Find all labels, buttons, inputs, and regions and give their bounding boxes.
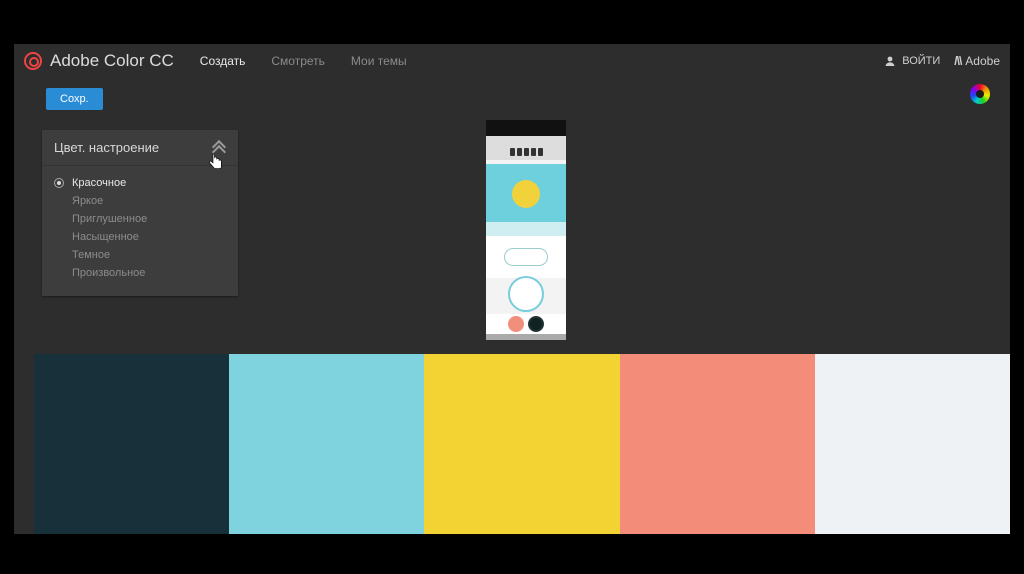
palette-swatch[interactable] <box>34 354 229 534</box>
mood-option[interactable]: Яркое <box>42 192 238 210</box>
palette-strip <box>34 354 1010 534</box>
mood-option[interactable]: Произвольное <box>42 264 238 282</box>
mood-option-label: Насыщенное <box>72 231 139 243</box>
mood-option-label: Яркое <box>72 195 103 207</box>
brand-title: Adobe Color CC <box>50 51 174 71</box>
nav-mythemes[interactable]: Мои темы <box>351 54 407 68</box>
toolbar-row: Сохр. <box>14 78 1010 124</box>
collapse-icon <box>212 141 226 155</box>
mood-option-label: Темное <box>72 249 110 261</box>
mood-option-label: Красочное <box>72 177 126 189</box>
palette-swatch[interactable] <box>229 354 424 534</box>
save-button[interactable]: Сохр. <box>46 88 103 110</box>
mood-option-label: Приглушенное <box>72 213 147 225</box>
image-preview[interactable] <box>486 120 566 340</box>
color-mood-panel: Цвет. настроение Красочное Яркое Приглушен… <box>42 130 238 296</box>
mood-option[interactable]: Приглушенное <box>42 210 238 228</box>
app-logo-icon <box>24 52 42 70</box>
adobe-logo-icon: /\\ <box>954 54 961 68</box>
user-icon <box>884 55 896 67</box>
app-window: Adobe Color CC Создать Смотреть Мои темы… <box>14 44 1010 534</box>
palette-swatch[interactable] <box>424 354 619 534</box>
mood-option[interactable]: Насыщенное <box>42 228 238 246</box>
login-label: ВОЙТИ <box>902 55 940 67</box>
palette-swatch[interactable] <box>815 354 1010 534</box>
mood-panel-title: Цвет. настроение <box>54 140 159 155</box>
login-button[interactable]: ВОЙТИ <box>884 55 940 67</box>
palette-swatch[interactable] <box>620 354 815 534</box>
top-bar: Adobe Color CC Создать Смотреть Мои темы… <box>14 44 1010 78</box>
color-wheel-icon[interactable] <box>970 84 990 104</box>
mood-option-label: Произвольное <box>72 267 145 279</box>
mood-options-list: Красочное Яркое Приглушенное Насыщенное Темн… <box>42 166 238 296</box>
mood-option[interactable]: Темное <box>42 246 238 264</box>
radio-icon <box>54 178 64 188</box>
mood-option[interactable]: Красочное <box>42 174 238 192</box>
nav-explore[interactable]: Смотреть <box>271 54 325 68</box>
nav-create[interactable]: Создать <box>200 54 246 68</box>
adobe-link[interactable]: /\\ Adobe <box>954 54 1000 68</box>
mood-panel-header[interactable]: Цвет. настроение <box>42 130 238 166</box>
adobe-label: Adobe <box>965 54 1000 68</box>
main-nav: Создать Смотреть Мои темы <box>200 54 407 68</box>
